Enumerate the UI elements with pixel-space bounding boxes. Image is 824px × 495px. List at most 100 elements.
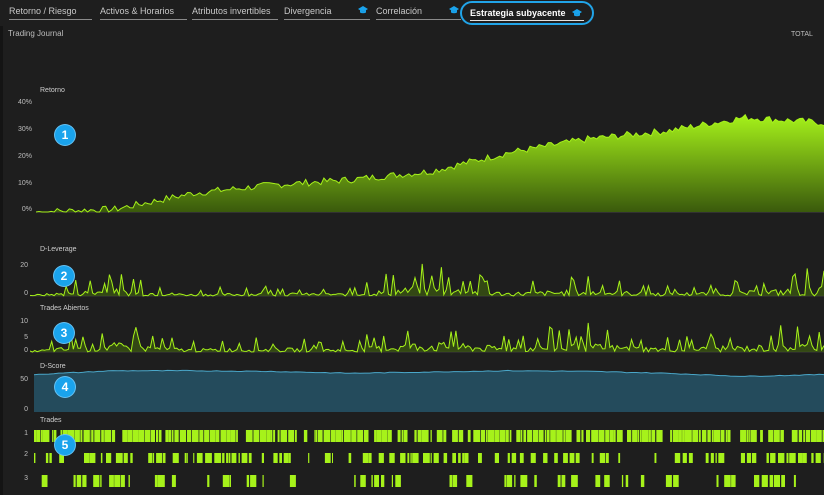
trade-bar bbox=[752, 453, 757, 463]
trade-bar bbox=[363, 430, 369, 442]
leverage-chart[interactable] bbox=[30, 250, 824, 300]
trade-bar bbox=[89, 430, 91, 442]
trade-bar bbox=[773, 430, 780, 442]
trade-bar bbox=[354, 475, 356, 487]
trade-bar bbox=[157, 475, 165, 487]
trade-bar bbox=[781, 475, 785, 487]
trade-bar bbox=[651, 430, 656, 442]
tab-label: Estrategia subyacente bbox=[470, 8, 566, 18]
y-tick: 2 bbox=[24, 451, 28, 458]
y-tick: 10 bbox=[20, 318, 28, 325]
trade-bar bbox=[544, 430, 547, 442]
series-line bbox=[30, 322, 824, 354]
trade-bar bbox=[115, 453, 123, 463]
trade-bar bbox=[750, 430, 757, 442]
trade-bar bbox=[417, 430, 422, 442]
trade-bar bbox=[34, 453, 36, 463]
trade-bar bbox=[344, 430, 351, 442]
trade-bar bbox=[519, 453, 524, 463]
trade-bar bbox=[516, 430, 521, 442]
trade-bar bbox=[805, 430, 810, 442]
trades-chart[interactable] bbox=[34, 428, 824, 490]
trade-bar bbox=[114, 475, 121, 487]
trade-bar bbox=[94, 430, 101, 442]
trade-bar bbox=[73, 475, 76, 487]
trade-bar bbox=[80, 430, 83, 442]
trade-bar bbox=[45, 453, 49, 463]
tab-estrategia-subyacente[interactable]: Estrategia subyacente bbox=[460, 1, 594, 25]
trade-bar bbox=[246, 475, 250, 487]
trade-bar bbox=[810, 430, 817, 442]
trade-bar bbox=[315, 430, 318, 442]
trade-bar bbox=[598, 430, 605, 442]
trade-bar bbox=[748, 430, 750, 442]
tab-label: Atributos invertibles bbox=[192, 6, 271, 16]
trade-bar bbox=[557, 475, 561, 487]
tab-atributos-invertibles[interactable]: Atributos invertibles bbox=[192, 4, 278, 20]
retorno-chart[interactable] bbox=[36, 96, 824, 214]
trade-bar bbox=[789, 453, 796, 463]
tab-activos-horarios[interactable]: Activos & Horarios bbox=[100, 4, 187, 20]
trade-bar bbox=[193, 453, 195, 463]
tab-correlacion[interactable]: Correlación bbox=[376, 4, 461, 20]
trade-bar bbox=[273, 453, 278, 463]
trade-bar bbox=[458, 430, 464, 442]
tab-retorno-riesgo[interactable]: Retorno / Riesgo bbox=[9, 4, 92, 20]
trade-bar bbox=[654, 453, 657, 463]
trade-bar bbox=[214, 453, 222, 463]
trade-bar bbox=[670, 430, 672, 442]
graduation-cap-icon bbox=[571, 9, 582, 17]
trade-bar bbox=[561, 475, 566, 487]
trade-bar bbox=[241, 453, 248, 463]
trade-bar bbox=[616, 430, 623, 442]
trade-bar bbox=[158, 430, 162, 442]
trade-bar bbox=[91, 430, 94, 442]
trade-bar bbox=[713, 430, 720, 442]
trade-bar bbox=[740, 430, 747, 442]
trade-bar bbox=[303, 430, 308, 442]
trade-bar bbox=[341, 430, 344, 442]
trade-bar bbox=[715, 453, 717, 463]
trade-bar bbox=[665, 475, 672, 487]
trade-bar bbox=[421, 430, 429, 442]
trade-bar bbox=[430, 430, 432, 442]
dscore-chart[interactable] bbox=[34, 362, 824, 412]
trade-bar bbox=[575, 453, 580, 463]
trade-bar bbox=[348, 453, 352, 463]
trade-bar bbox=[395, 475, 401, 487]
trade-bar bbox=[74, 430, 80, 442]
trade-bar bbox=[253, 430, 260, 442]
trade-bar bbox=[802, 453, 807, 463]
trade-bar bbox=[627, 430, 632, 442]
trade-bar bbox=[362, 453, 369, 463]
trade-bar bbox=[387, 430, 392, 442]
trade-bar bbox=[381, 430, 388, 442]
trade-bar bbox=[637, 430, 640, 442]
y-tick: 10% bbox=[17, 180, 32, 187]
trade-bar bbox=[109, 475, 114, 487]
y-tick: 20% bbox=[17, 153, 32, 160]
abiertos-chart[interactable] bbox=[30, 306, 824, 356]
y-tick: 40% bbox=[17, 99, 32, 106]
trade-bar bbox=[245, 430, 253, 442]
trade-bar bbox=[811, 453, 814, 463]
trade-bar bbox=[156, 453, 163, 463]
trade-bar bbox=[222, 475, 230, 487]
trade-bar bbox=[171, 430, 174, 442]
trade-bar bbox=[273, 430, 276, 442]
trade-bar bbox=[727, 430, 731, 442]
graduation-cap-icon bbox=[449, 6, 459, 14]
trade-bar bbox=[52, 430, 54, 442]
trade-bar bbox=[294, 430, 297, 442]
trade-bar bbox=[128, 475, 130, 487]
y-tick: 0 bbox=[24, 406, 28, 413]
trade-bar bbox=[499, 430, 506, 442]
trade-bar bbox=[458, 453, 461, 463]
trade-bar bbox=[769, 475, 774, 487]
tab-divergencia[interactable]: Divergencia bbox=[284, 4, 370, 20]
trade-bar bbox=[466, 475, 473, 487]
trade-bar bbox=[768, 430, 774, 442]
trade-bar bbox=[443, 430, 447, 442]
trade-bar bbox=[184, 453, 186, 463]
trade-bar bbox=[467, 430, 471, 442]
